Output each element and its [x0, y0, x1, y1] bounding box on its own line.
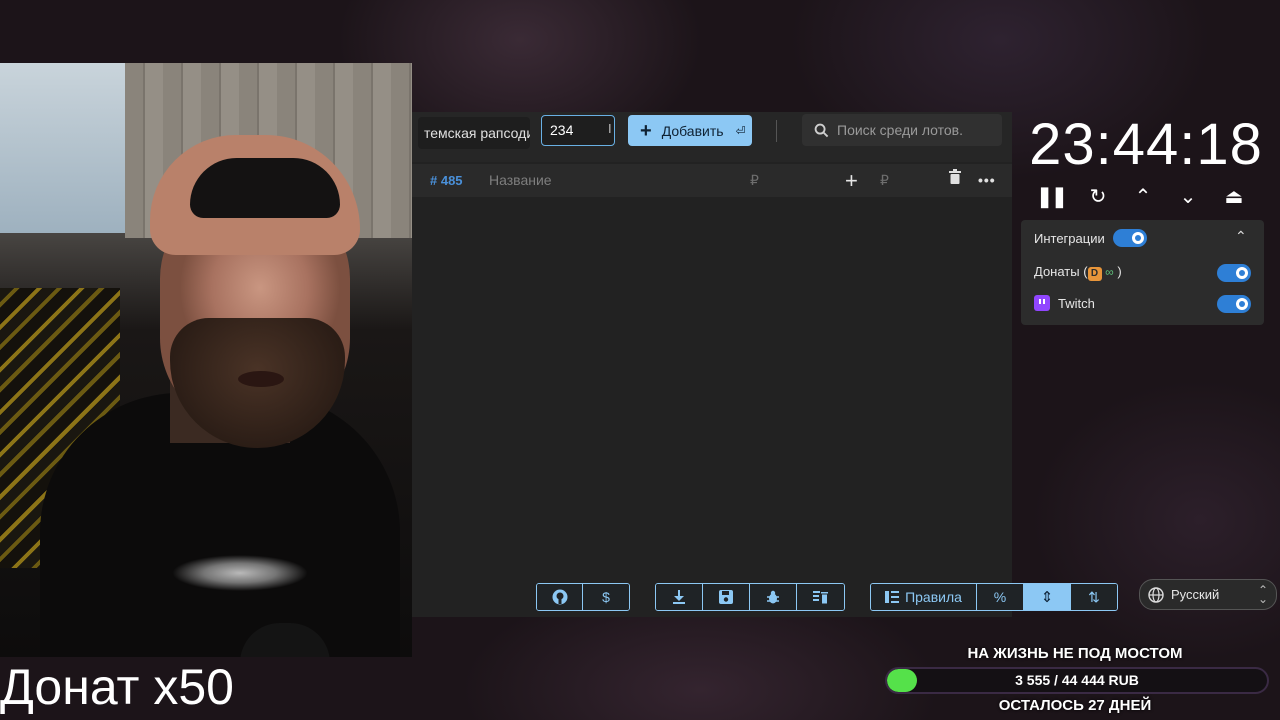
text-cursor-icon: I: [608, 121, 612, 136]
more-options-icon[interactable]: •••: [978, 164, 996, 197]
integrations-toggle[interactable]: [1113, 229, 1147, 247]
donate-dollar-button[interactable]: $: [583, 584, 629, 610]
github-button[interactable]: [537, 584, 583, 610]
search-icon: [814, 123, 829, 137]
lot-input-toolbar: темская рапсодия 234 I + Добавить ⏎ Поис…: [412, 112, 1012, 162]
rules-button-label: Правила: [905, 589, 962, 605]
integrations-title: Интеграции: [1034, 230, 1105, 246]
download-button[interactable]: [656, 584, 703, 610]
donate-multiplier-text: Донат x50: [0, 659, 234, 715]
link-icon: ∞: [1105, 264, 1114, 279]
goal-remaining: ОСТАЛОСЬ 27 ДНЕЙ: [998, 697, 1152, 714]
lot-search-input[interactable]: Поиск среди лотов.: [802, 114, 1002, 146]
lot-amount-input[interactable]: 234: [541, 115, 615, 146]
download-icon: [673, 590, 685, 604]
webcam-cap-band: [190, 158, 340, 218]
webcam-window-bg: [0, 63, 125, 233]
link-button-group: $: [536, 583, 630, 611]
restart-icon[interactable]: ↻: [1083, 182, 1113, 212]
plus-icon: +: [640, 119, 652, 142]
lot-row: # 485 Название ₽ + ₽ •••: [412, 164, 1012, 197]
dollar-icon: $: [602, 589, 610, 605]
add-lot-button-label: Добавить: [661, 122, 724, 139]
rules-list-icon: [885, 591, 900, 603]
eject-icon[interactable]: ⏏: [1219, 182, 1249, 212]
donations-toggle[interactable]: [1217, 264, 1251, 282]
lot-name-input[interactable]: темская рапсодия: [418, 117, 530, 149]
collapse-chevron-icon[interactable]: ⌃: [1235, 228, 1247, 245]
donationalerts-icon: D: [1087, 266, 1102, 281]
twitch-toggle[interactable]: [1217, 295, 1251, 313]
compress-icon: ⇕: [1040, 589, 1054, 606]
chevron-up-icon[interactable]: ⌃: [1128, 182, 1158, 212]
lot-title-field[interactable]: Название: [489, 164, 552, 197]
toolbar-divider: [776, 120, 777, 142]
save-icon: [719, 590, 733, 604]
percent-button[interactable]: %: [977, 584, 1024, 610]
select-arrows-icon: ⌃ ⌄: [1257, 583, 1268, 606]
lot-number: # 485: [430, 173, 463, 188]
lot-add-amount-button[interactable]: +: [845, 164, 858, 197]
language-select[interactable]: Русский ⌃ ⌄: [1139, 579, 1277, 610]
file-button-group: [655, 583, 845, 611]
webcam-feed: [0, 63, 412, 657]
percent-icon: %: [993, 589, 1007, 605]
enter-key-icon: ⏎: [735, 123, 746, 138]
sort-icon: ⇅: [1088, 588, 1100, 605]
twitch-label: Twitch: [1058, 295, 1095, 311]
donations-label: Донаты (D ∞ ): [1034, 263, 1122, 281]
webcam-person-mouth: [238, 371, 284, 387]
bug-report-button[interactable]: [750, 584, 797, 610]
view-button-group: Правила % ⇕ ⇅: [870, 583, 1118, 611]
goal-title: НА ЖИЗНЬ НЕ ПОД МОСТОМ: [967, 645, 1183, 662]
compact-view-button[interactable]: ⇕: [1024, 584, 1071, 610]
auction-app-panel: темская рапсодия 234 I + Добавить ⏎ Поис…: [412, 112, 1118, 617]
globe-icon: [1148, 586, 1164, 603]
integrations-header[interactable]: Интеграции: [1034, 226, 1105, 250]
webcam-shirt-print: [140, 533, 340, 603]
github-icon: [552, 589, 567, 605]
rules-button[interactable]: Правила: [871, 584, 977, 610]
pause-icon[interactable]: ❚❚: [1036, 182, 1068, 212]
clear-lots-button[interactable]: [797, 584, 844, 610]
goal-amount: 3 555 / 44 444 RUB: [1015, 672, 1139, 688]
sort-button[interactable]: ⇅: [1071, 584, 1117, 610]
integration-twitch: Twitch: [1034, 291, 1095, 315]
trash-icon[interactable]: [948, 164, 962, 197]
goal-progress-bar: 3 555 / 44 444 RUB: [885, 667, 1269, 694]
integration-donations: Донаты (D ∞ ): [1034, 260, 1122, 284]
auction-timer: 23:44:18: [1029, 112, 1263, 177]
add-lot-button[interactable]: + Добавить ⏎: [628, 115, 752, 146]
bug-icon: [767, 590, 779, 604]
search-placeholder: Поиск среди лотов.: [837, 122, 963, 138]
integrations-panel: Интеграции ⌃ Донаты (D ∞ ) Twitch: [1021, 220, 1264, 325]
language-value: Русский: [1171, 587, 1220, 602]
lot-extra-amount-field[interactable]: ₽: [880, 164, 889, 197]
chevron-down-icon[interactable]: ⌄: [1173, 182, 1203, 212]
delete-all-icon: [812, 591, 828, 604]
timer-controls: ❚❚ ↻ ⌃ ⌄ ⏏: [1030, 182, 1260, 212]
save-button[interactable]: [703, 584, 750, 610]
lot-amount-field[interactable]: ₽: [750, 164, 759, 197]
twitch-icon: [1034, 295, 1050, 311]
